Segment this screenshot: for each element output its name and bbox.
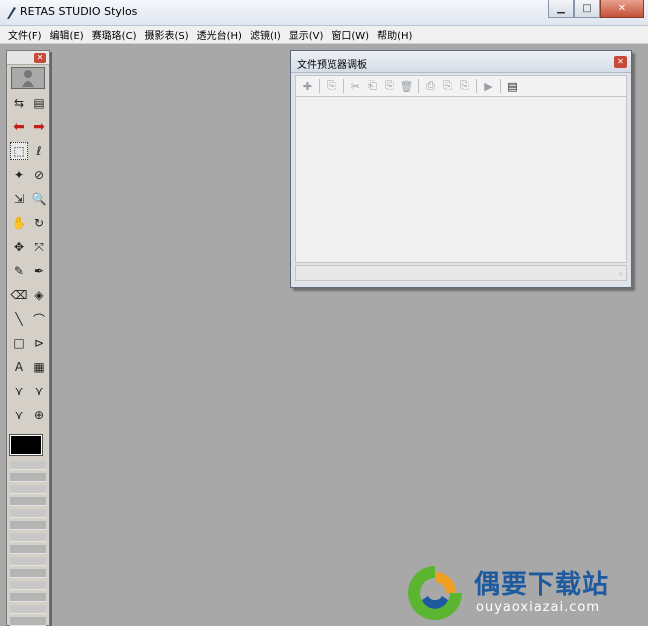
- layer-tool-icon[interactable]: ⇆: [10, 94, 28, 112]
- palette-close-button[interactable]: ✕: [614, 56, 627, 68]
- resize-grip-icon[interactable]: ⁘: [617, 270, 624, 279]
- delete-icon[interactable]: 🗑: [399, 79, 414, 94]
- move-select-icon[interactable]: ⇲: [10, 190, 28, 208]
- color-strip[interactable]: [10, 581, 46, 590]
- color-strip[interactable]: [10, 497, 46, 506]
- color-strip[interactable]: [10, 533, 46, 542]
- line-icon[interactable]: ╲: [10, 310, 28, 328]
- eraser-icon[interactable]: ⌫: [10, 286, 28, 304]
- color-strip[interactable]: [10, 557, 46, 566]
- paste-icon[interactable]: ⎘: [382, 79, 397, 94]
- pattern-icon[interactable]: ▦: [30, 358, 48, 376]
- play-icon[interactable]: ▶: [481, 79, 496, 94]
- polygon-icon[interactable]: ⊳: [30, 334, 48, 352]
- cut-icon[interactable]: ✂: [348, 79, 363, 94]
- toolbox-header: ✕: [7, 51, 49, 65]
- zoom-icon[interactable]: 🔍: [30, 190, 48, 208]
- color-strip[interactable]: [10, 485, 46, 494]
- color-strip[interactable]: [10, 473, 46, 482]
- export-icon[interactable]: ⎘: [457, 79, 472, 94]
- timesheet-tool-icon[interactable]: ▤: [30, 94, 48, 112]
- text-icon[interactable]: A: [10, 358, 28, 376]
- prev-arrow-icon[interactable]: ⬅: [10, 118, 28, 136]
- color-strip-list: [7, 461, 49, 626]
- print-icon[interactable]: ⎙: [423, 79, 438, 94]
- vector-edit-icon[interactable]: ⋎: [30, 382, 48, 400]
- toolbar-separator: [343, 79, 344, 93]
- menu-cel[interactable]: 赛璐珞(C): [88, 27, 141, 42]
- vector-pen-icon[interactable]: ⋎: [10, 382, 28, 400]
- magic-wand-icon[interactable]: ✦: [10, 166, 28, 184]
- palette-status-bar: ⁘: [295, 265, 627, 281]
- file-browser-palette: 文件预览器调板 ✕ ✚ ⎘ ✂ ⎗ ⎘ 🗑 ⎙ ⎘ ⎘ ▶ ▤ ⁘: [290, 50, 632, 288]
- main-color-swatch[interactable]: [9, 434, 43, 456]
- tool-grid: ⇆ ▤ ⬅ ➡ ⬚ ℓ ✦ ⊘ ⇲ 🔍 ✋ ↻ ✥ ⤧ ✎ ✒ ⌫ ◈ ╲ ⌒ …: [7, 91, 49, 427]
- maximize-button[interactable]: □: [574, 0, 600, 18]
- watermark: 偶要下载站 ouyaoxiazai.com: [402, 560, 648, 626]
- menu-lightbox[interactable]: 透光台(H): [193, 27, 246, 42]
- curve-icon[interactable]: ⌒: [30, 310, 48, 328]
- palette-toolbar: ✚ ⎘ ✂ ⎗ ⎘ 🗑 ⎙ ⎘ ⎘ ▶ ▤: [295, 75, 627, 97]
- close-button[interactable]: ✕: [600, 0, 644, 18]
- color-strip[interactable]: [10, 509, 46, 518]
- import-icon[interactable]: ⎘: [440, 79, 455, 94]
- rectangle-icon[interactable]: □: [10, 334, 28, 352]
- color-strip[interactable]: [10, 569, 46, 578]
- app-logo-icon: [7, 7, 16, 19]
- rect-select-icon[interactable]: ⬚: [10, 142, 28, 160]
- copy-icon[interactable]: ⎗: [365, 79, 380, 94]
- pencil-icon[interactable]: ✎: [10, 262, 28, 280]
- menu-timesheet[interactable]: 摄影表(S): [140, 27, 192, 42]
- palette-content-area[interactable]: [295, 97, 627, 263]
- bucket-icon[interactable]: ◈: [30, 286, 48, 304]
- toolbox-close-button[interactable]: ✕: [34, 53, 46, 63]
- color-strip[interactable]: [10, 593, 46, 602]
- menu-bar: 文件(F) 编辑(E) 赛璐珞(C) 摄影表(S) 透光台(H) 滤镜(I) 显…: [0, 26, 648, 44]
- menu-help[interactable]: 帮助(H): [373, 27, 416, 42]
- window-title: RETAS STUDIO Stylos: [20, 5, 138, 18]
- tool-preview: [11, 67, 45, 89]
- toolbox-panel: ✕ ⇆ ▤ ⬅ ➡ ⬚ ℓ ✦ ⊘ ⇲ 🔍 ✋ ↻ ✥ ⤧ ✎ ✒ ⌫ ◈ ╲ …: [6, 50, 50, 626]
- lasso-icon[interactable]: ℓ: [30, 142, 48, 160]
- toolbar-separator: [418, 79, 419, 93]
- list-view-icon[interactable]: ▤: [505, 79, 520, 94]
- menu-view[interactable]: 显示(V): [285, 27, 328, 42]
- rotate-icon[interactable]: ↻: [30, 214, 48, 232]
- figure-icon: [22, 70, 34, 87]
- hand-icon[interactable]: ✋: [10, 214, 28, 232]
- fill-select-icon[interactable]: ⊘: [30, 166, 48, 184]
- watermark-url: ouyaoxiazai.com: [476, 600, 600, 615]
- vector-search-icon[interactable]: ⊕: [30, 406, 48, 424]
- toolbar-separator: [500, 79, 501, 93]
- title-bar: RETAS STUDIO Stylos ▁ □ ✕: [0, 0, 648, 26]
- minimize-button[interactable]: ▁: [548, 0, 574, 18]
- color-strip[interactable]: [10, 461, 46, 470]
- move-icon[interactable]: ✥: [10, 238, 28, 256]
- color-strip[interactable]: [10, 545, 46, 554]
- transform-icon[interactable]: ⤧: [30, 238, 48, 256]
- toolbar-separator: [476, 79, 477, 93]
- palette-header: 文件预览器调板 ✕: [291, 51, 631, 73]
- menu-filter[interactable]: 滤镜(I): [246, 27, 285, 42]
- next-arrow-icon[interactable]: ➡: [30, 118, 48, 136]
- menu-edit[interactable]: 编辑(E): [46, 27, 88, 42]
- watermark-logo-icon: [408, 566, 462, 620]
- watermark-name: 偶要下载站: [474, 570, 610, 600]
- new-icon[interactable]: ✚: [300, 79, 315, 94]
- pen-icon[interactable]: ✒: [30, 262, 48, 280]
- menu-file[interactable]: 文件(F): [4, 27, 46, 42]
- menu-window[interactable]: 窗口(W): [327, 27, 373, 42]
- color-strip[interactable]: [10, 617, 46, 626]
- vector-width-icon[interactable]: ⋎: [10, 406, 28, 424]
- open-icon[interactable]: ⎘: [324, 79, 339, 94]
- color-strip[interactable]: [10, 521, 46, 530]
- palette-title: 文件预览器调板: [297, 60, 367, 71]
- color-strip[interactable]: [10, 605, 46, 614]
- toolbar-separator: [319, 79, 320, 93]
- window-controls: ▁ □ ✕: [548, 0, 644, 18]
